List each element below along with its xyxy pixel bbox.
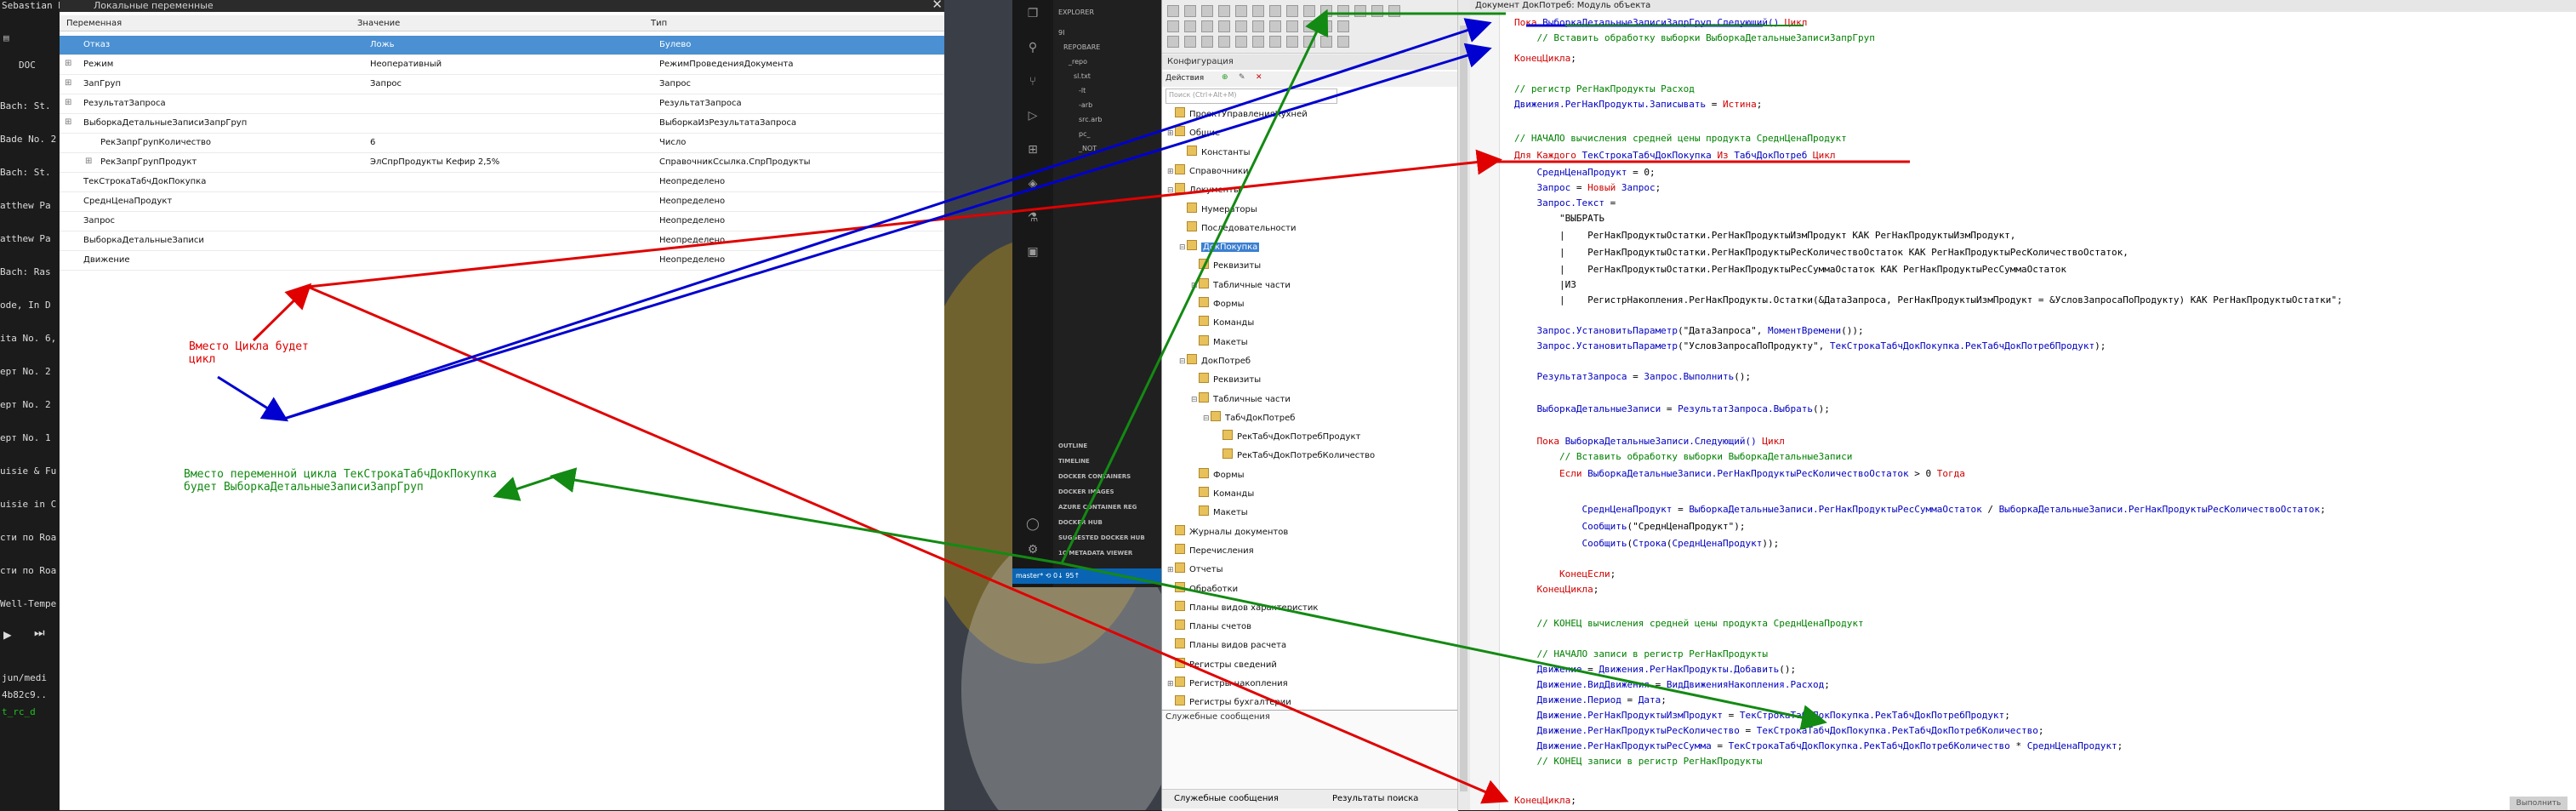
green-annotation: Вместо переменной цикла ТекСтрокаТабчДок… xyxy=(184,468,497,494)
blue-arrow xyxy=(217,375,289,422)
green-arrow xyxy=(1060,9,1329,564)
green-arrow xyxy=(493,475,556,501)
red-arrow xyxy=(307,149,1502,288)
blue-arrow xyxy=(283,18,1492,420)
red-arrow xyxy=(307,285,1509,804)
red-annotation: Вместо Цикла будет цикл xyxy=(189,340,309,366)
blue-arrow xyxy=(283,43,1492,420)
green-arrow xyxy=(1061,562,1827,730)
green-arrow xyxy=(550,467,1063,565)
annotation-arrows xyxy=(217,9,1910,804)
red-arrow xyxy=(252,283,312,342)
